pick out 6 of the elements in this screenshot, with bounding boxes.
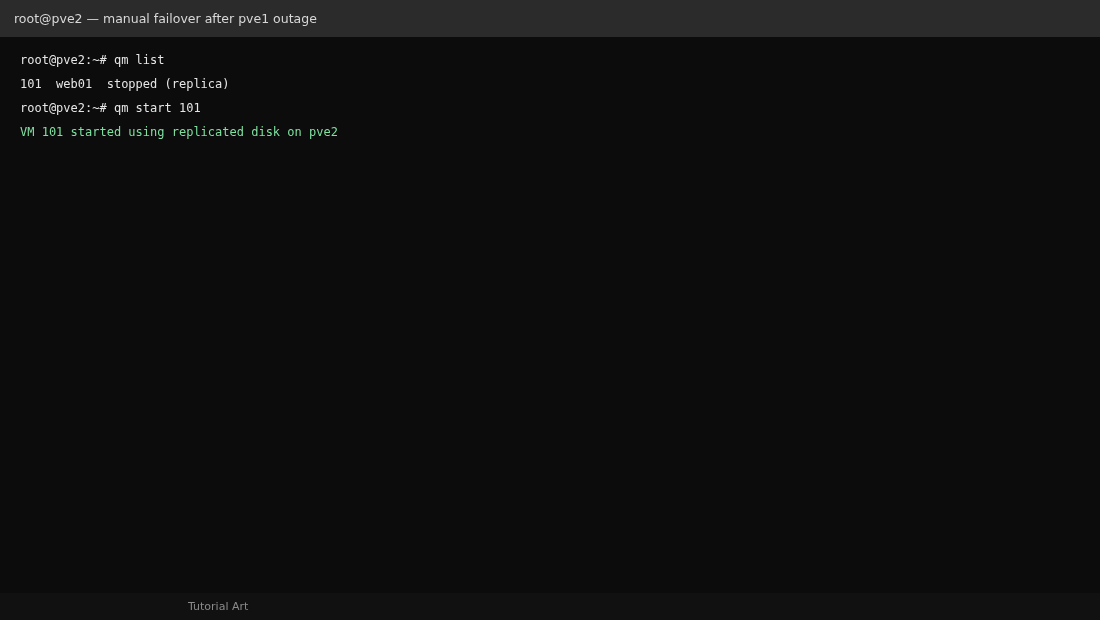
footer-text: Tutorial Art [188, 600, 249, 613]
command-line: root@pve2:~# qm list [20, 52, 165, 69]
command-line: root@pve2:~# qm start 101 [20, 100, 201, 117]
window-title: root@pve2 — manual failover after pve1 outage [14, 11, 317, 26]
output-line: 101 web01 stopped (replica) [20, 76, 230, 93]
output-line: VM 101 started using replicated disk on pve2 [20, 124, 338, 141]
